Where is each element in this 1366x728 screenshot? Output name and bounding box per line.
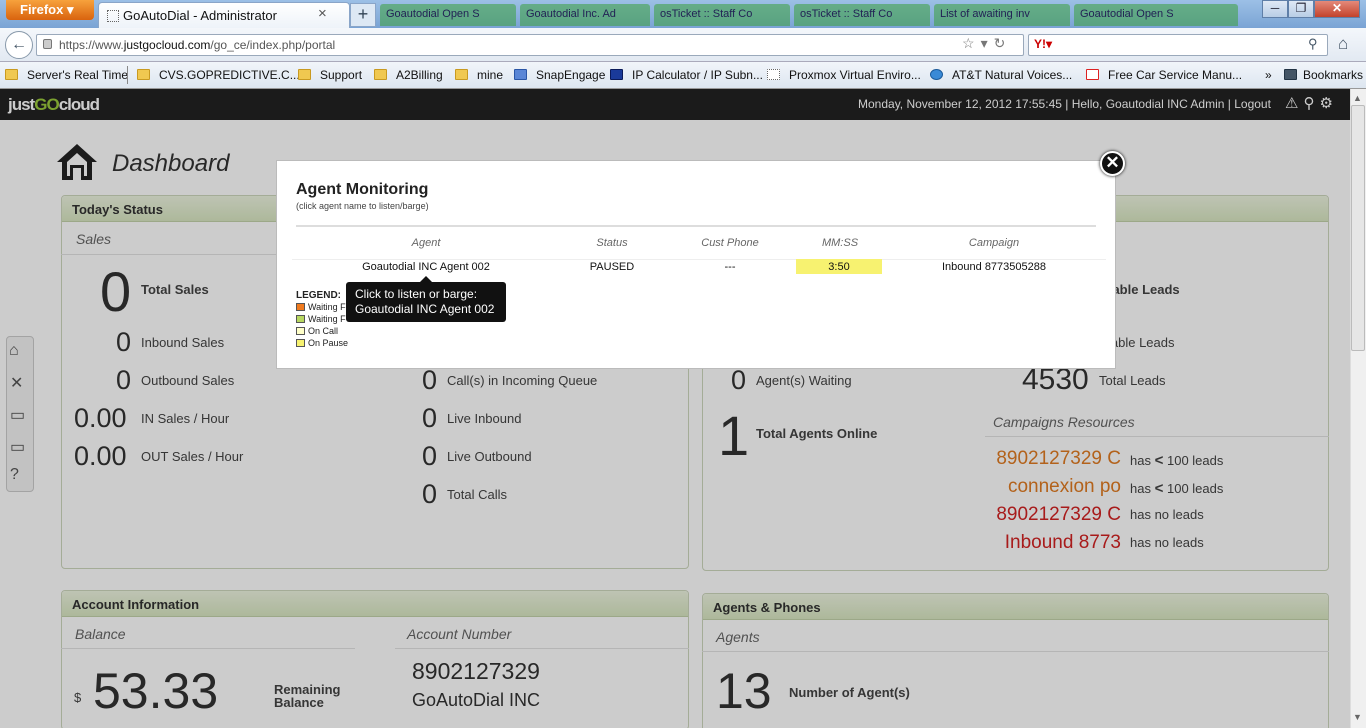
bookmark-separator bbox=[127, 66, 128, 84]
back-button[interactable]: ← bbox=[5, 31, 33, 59]
browser-tab[interactable]: Goautodial Open S bbox=[380, 4, 516, 26]
modal-close-button[interactable]: ✕ bbox=[1100, 151, 1125, 176]
agent-cust-phone: --- bbox=[724, 261, 736, 273]
bookmarks-overflow-chevron-icon[interactable]: » bbox=[1265, 68, 1272, 82]
bookmarks-star-icon bbox=[1284, 69, 1297, 80]
yahoo-search-engine-icon[interactable]: Y!▾ bbox=[1034, 37, 1052, 51]
bookmark-item[interactable]: Server's Real Time bbox=[5, 68, 128, 82]
tab-title: GoAutoDial - Administrator bbox=[123, 8, 277, 23]
dropdown-icon[interactable]: ▾ bbox=[981, 35, 994, 51]
browser-tab-active[interactable]: GoAutoDial - Administrator bbox=[98, 2, 350, 28]
column-header-cust-phone: Cust Phone bbox=[701, 237, 759, 249]
new-tab-button[interactable]: + bbox=[350, 3, 376, 27]
legend-item: Waiting F bbox=[296, 302, 346, 312]
folder-icon bbox=[298, 69, 311, 80]
column-header-status: Status bbox=[596, 237, 628, 249]
window-controls: ─ ❐ ✕ bbox=[1262, 0, 1364, 18]
browser-tab[interactable]: osTicket :: Staff Co bbox=[654, 4, 790, 26]
lock-icon bbox=[43, 39, 52, 49]
star-icon[interactable]: ☆ bbox=[962, 35, 981, 51]
modal-title: Agent Monitoring bbox=[296, 181, 429, 198]
search-icon[interactable]: ⚲ bbox=[1308, 36, 1318, 52]
scroll-down-arrow-icon[interactable]: ▼ bbox=[1353, 712, 1362, 722]
reload-icon[interactable]: ↻ bbox=[994, 35, 1012, 51]
legend-swatch bbox=[296, 339, 305, 347]
listen-barge-tooltip: Click to listen or barge: Goautodial INC… bbox=[346, 282, 506, 322]
bookmark-item[interactable]: Free Car Service Manu... bbox=[1086, 68, 1242, 82]
browser-tab[interactable]: List of awaiting inv bbox=[934, 4, 1070, 26]
column-header-agent: Agent bbox=[411, 237, 441, 249]
scrollbar-thumb[interactable] bbox=[1351, 105, 1365, 351]
window-close-button[interactable]: ✕ bbox=[1314, 0, 1360, 18]
book-icon bbox=[1086, 69, 1099, 80]
folder-icon bbox=[137, 69, 150, 80]
modal-subtitle: (click agent name to listen/barge) bbox=[296, 201, 429, 211]
agent-status: PAUSED bbox=[589, 261, 635, 273]
legend-title: LEGEND: bbox=[296, 290, 341, 301]
tooltip-agent-name: Goautodial INC Agent 002 bbox=[355, 302, 495, 316]
folder-icon bbox=[374, 69, 387, 80]
agent-campaign: Inbound 8773505288 bbox=[942, 261, 1046, 273]
url-bar[interactable]: https://www.justgocloud.com/go_ce/index.… bbox=[36, 34, 1024, 56]
url-bar-icons: ☆▾↻ bbox=[962, 35, 1011, 52]
tooltip-line: Click to listen or barge: bbox=[355, 287, 478, 301]
bookmark-item[interactable]: IP Calculator / IP Subn... bbox=[610, 68, 763, 82]
legend-swatch bbox=[296, 315, 305, 323]
legend-item: On Call bbox=[296, 326, 338, 336]
agent-name-link[interactable]: Goautodial INC Agent 002 bbox=[346, 261, 506, 273]
minimize-button[interactable]: ─ bbox=[1262, 0, 1288, 18]
divider bbox=[296, 225, 1096, 227]
maximize-button[interactable]: ❐ bbox=[1288, 0, 1314, 18]
browser-tab[interactable]: Goautodial Inc. Ad bbox=[520, 4, 650, 26]
firefox-menu-button[interactable]: Firefox ▾ bbox=[6, 0, 94, 20]
bookmark-item[interactable]: mine bbox=[455, 68, 503, 82]
browser-tab[interactable]: Goautodial Open S bbox=[1074, 4, 1238, 26]
page-icon bbox=[107, 10, 119, 22]
att-icon bbox=[930, 69, 943, 80]
folder-icon bbox=[455, 69, 468, 80]
url-prefix: https://www. bbox=[59, 38, 124, 52]
legend-item: Waiting F bbox=[296, 314, 346, 324]
bookmark-item[interactable]: Proxmox Virtual Enviro... bbox=[767, 68, 921, 82]
bookmark-item[interactable]: A2Billing bbox=[374, 68, 443, 82]
bookmark-item[interactable]: CVS.GOPREDICTIVE.C... bbox=[137, 68, 300, 82]
home-icon[interactable]: ⌂ bbox=[1338, 34, 1348, 54]
legend-swatch bbox=[296, 303, 305, 311]
bookmark-item[interactable]: SnapEngage bbox=[514, 68, 605, 82]
agent-mmss: 3:50 bbox=[796, 259, 882, 274]
bookmarks-menu[interactable]: Bookmarks bbox=[1284, 68, 1363, 82]
search-input[interactable] bbox=[1028, 34, 1328, 56]
bookmark-item[interactable]: AT&T Natural Voices... bbox=[930, 68, 1072, 82]
column-header-campaign: Campaign bbox=[968, 237, 1020, 249]
divider bbox=[292, 259, 1106, 260]
firefox-menu-label: Firefox bbox=[20, 2, 64, 17]
url-path: /go_ce/index.php/portal bbox=[210, 38, 336, 52]
tab-close-icon[interactable]: × bbox=[318, 5, 327, 22]
chat-icon bbox=[514, 69, 527, 80]
folder-icon bbox=[5, 69, 18, 80]
bookmark-item[interactable]: Support bbox=[298, 68, 362, 82]
column-header-mmss: MM:SS bbox=[821, 237, 859, 249]
browser-tab[interactable]: osTicket :: Staff Co bbox=[794, 4, 930, 26]
legend-swatch bbox=[296, 327, 305, 335]
url-domain: justgocloud.com bbox=[123, 38, 211, 52]
page-icon bbox=[767, 69, 780, 80]
scroll-up-arrow-icon[interactable]: ▲ bbox=[1353, 93, 1362, 103]
ip-icon bbox=[610, 69, 623, 80]
legend-item: On Pause bbox=[296, 338, 348, 348]
